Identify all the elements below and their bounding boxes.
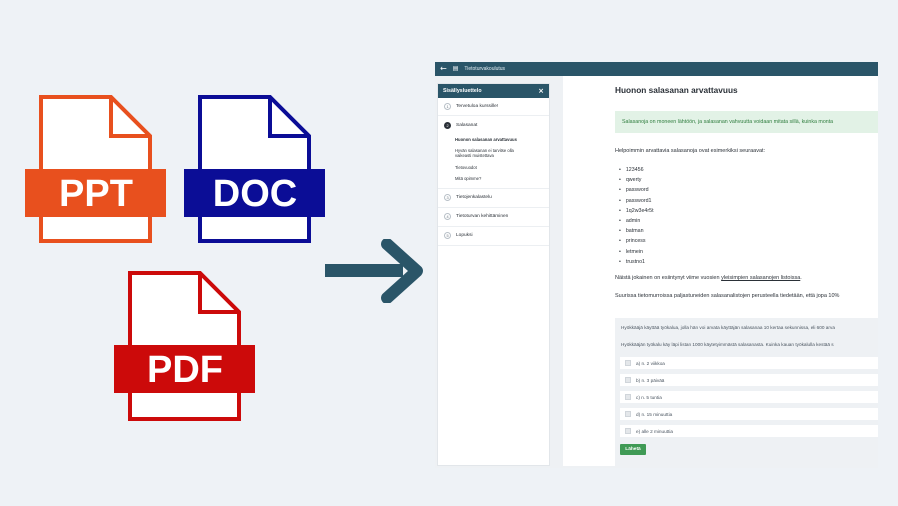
toc-subitem-continued[interactable]: vaikeasti muistettava: [438, 153, 549, 159]
app-body: Sisällysluettelo × 1 Tervetuloa kurssill…: [435, 76, 878, 468]
toc-subitem[interactable]: Tietovuodot: [438, 165, 549, 171]
submit-button[interactable]: Lähetä: [620, 444, 646, 455]
toc-item-3[interactable]: 3 Tietojenkalastelu: [438, 189, 549, 208]
back-arrow-icon[interactable]: ←: [440, 62, 447, 76]
leak-text: Näistä jokainen on esiintynyt viime vuos…: [615, 275, 802, 281]
info-notice: Salasanoja on moneen lähtöön, ja salasan…: [615, 111, 878, 133]
checkbox[interactable]: [625, 377, 631, 383]
page-title: Huonon salasanan arvattavuus: [615, 85, 738, 95]
option-label: a) n. 2 viikkoa: [636, 360, 665, 366]
password-list: 123456 qwerty password password1 1q2w3e4…: [619, 165, 654, 267]
intro-text: Helpoimmin arvattavia salasanoja ovat es…: [615, 148, 766, 154]
quiz-option-e[interactable]: e) alle 2 minuuttia: [620, 425, 878, 437]
list-item: trustno1: [619, 257, 654, 267]
toc-item-number: 3: [444, 194, 451, 201]
checkbox[interactable]: [625, 394, 631, 400]
list-item: 123456: [619, 165, 654, 175]
list-item: princess: [619, 236, 654, 246]
toc-item-label: Salasanat: [456, 123, 478, 128]
leak-text-before: Näistä jokainen on esiintynyt viime vuos…: [615, 275, 722, 281]
course-app-window: ← ▤ Tietoturvakoulutus Sisällysluettelo …: [435, 62, 878, 468]
pdf-label: PDF: [147, 349, 223, 391]
list-item: password1: [619, 196, 654, 206]
list-item: admin: [619, 216, 654, 226]
checkbox[interactable]: [625, 360, 631, 366]
quiz-option-c[interactable]: c) n. 5 tuntia: [620, 391, 878, 403]
option-label: e) alle 2 minuuttia: [636, 428, 673, 434]
toc-item-2[interactable]: 2 Salasanat: [438, 116, 549, 135]
toc-subitem[interactable]: Mitä opimme?: [438, 176, 549, 182]
list-item: password: [619, 185, 654, 195]
option-label: c) n. 5 tuntia: [636, 394, 662, 400]
toc-item-number: 4: [444, 213, 451, 220]
toc-subitem-active[interactable]: Huonon salasanan arvattavuus: [438, 137, 549, 143]
doc-file-icon: DOC: [184, 94, 326, 244]
list-item: 1q2w3e4r5t: [619, 206, 654, 216]
checkbox[interactable]: [625, 428, 631, 434]
pdf-file-icon: PDF: [114, 270, 256, 422]
toc-item-label: Lopuksi: [456, 233, 473, 238]
toc-item-5[interactable]: 5 Lopuksi: [438, 227, 549, 246]
app-title: Tietoturvakoulutus: [464, 66, 506, 72]
toc-section-2: 2 Salasanat Huonon salasanan arvattavuus…: [438, 116, 549, 189]
leak-text-after: .: [800, 275, 802, 281]
breach-text: Suurissa tietomurroissa paljastuneiden s…: [615, 293, 840, 299]
close-icon[interactable]: ×: [538, 87, 544, 95]
toc-item-1[interactable]: 1 Tervetuloa kurssille!: [438, 98, 549, 116]
list-item: letmein: [619, 247, 654, 257]
toc-title: Sisällysluettelo: [443, 88, 482, 94]
toc-item-number: 5: [444, 232, 451, 239]
toc-item-number: 2: [444, 122, 451, 129]
quiz-panel: Hyökkääjä käyttää työkalua, jolla hän vo…: [615, 318, 878, 468]
list-item: qwerty: [619, 175, 654, 185]
doc-label: DOC: [213, 173, 297, 215]
list-item: batman: [619, 226, 654, 236]
option-label: d) n. 15 minuuttia: [636, 411, 673, 417]
toc-item-label: Tervetuloa kurssille!: [456, 104, 499, 109]
toc-item-4[interactable]: 4 Tietoturvan kehittäminen: [438, 208, 549, 227]
quiz-option-d[interactable]: d) n. 15 minuuttia: [620, 408, 878, 420]
quiz-option-a[interactable]: a) n. 2 viikkoa: [620, 357, 878, 369]
ppt-label: PPT: [59, 173, 133, 215]
toc-header: Sisällysluettelo ×: [438, 84, 549, 98]
menu-icon[interactable]: ▤: [453, 62, 459, 76]
quiz-intro: Hyökkääjä käyttää työkalua, jolla hän vo…: [621, 325, 835, 330]
lesson-content: Huonon salasanan arvattavuus Salasanoja …: [563, 76, 878, 468]
app-topbar: ← ▤ Tietoturvakoulutus: [435, 62, 878, 76]
right-arrow-icon: [325, 238, 423, 308]
quiz-option-b[interactable]: b) n. 3 päivää: [620, 374, 878, 386]
option-label: b) n. 3 päivää: [636, 377, 665, 383]
ppt-file-icon: PPT: [25, 94, 167, 244]
toc-item-number: 1: [444, 103, 451, 110]
table-of-contents: Sisällysluettelo × 1 Tervetuloa kurssill…: [437, 83, 550, 466]
toc-item-label: Tietojenkalastelu: [456, 195, 492, 200]
toc-item-label: Tietoturvan kehittäminen: [456, 214, 509, 219]
checkbox[interactable]: [625, 411, 631, 417]
common-passwords-link[interactable]: yleisimpien salasanojen listoissa: [721, 275, 800, 281]
quiz-question: Hyökkääjän työkalu käy läpi listan 1000 …: [621, 342, 834, 347]
